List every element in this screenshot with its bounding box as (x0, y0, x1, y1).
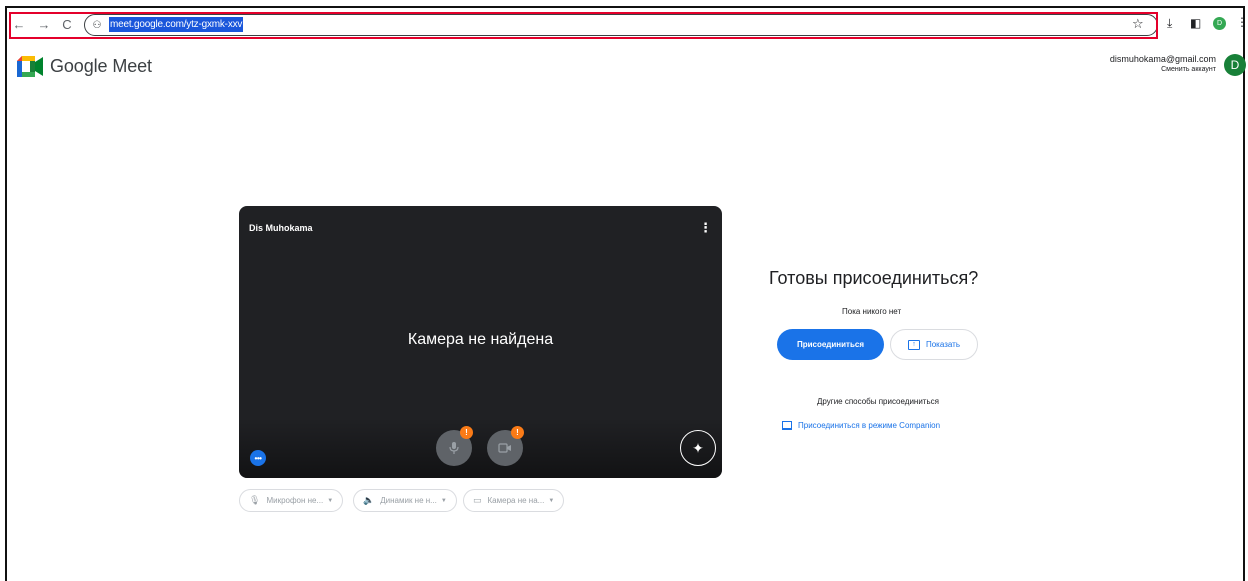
more-options-button[interactable]: ••• (250, 450, 266, 466)
no-camera-message: Камера не найдена (407, 331, 554, 348)
account-email: dismuhokama@gmail.com (1109, 54, 1216, 64)
preview-menu-icon[interactable]: ⋮ (699, 220, 712, 236)
speaker-select[interactable]: 🔈 Динамик не н... ▼ (353, 489, 457, 512)
download-icon[interactable]: ⤓ (1167, 16, 1172, 31)
brand-title: Google Meet (50, 56, 152, 76)
more-dots-icon: ••• (254, 453, 262, 463)
meeting-status: Пока никого нет (842, 307, 902, 316)
camera-select[interactable]: ▭ Камера не на... ▼ (463, 489, 565, 512)
avatar[interactable]: D (1224, 54, 1246, 76)
preview-shade (239, 418, 722, 478)
companion-icon (782, 421, 792, 430)
join-button[interactable]: Присоединиться (777, 329, 884, 360)
companion-link-label: Присоединиться в режиме Companion (798, 421, 941, 430)
highlight-box (9, 12, 1158, 39)
camera-small-icon: ▭ (473, 495, 482, 505)
browser-profile-icon[interactable]: D (1213, 17, 1226, 30)
speaker-select-label: Динамик не н... (380, 496, 437, 505)
switch-account-link[interactable]: Сменить аккаунт (1161, 66, 1216, 73)
chevron-down-icon: ▼ (548, 497, 555, 504)
present-button-label: Показать (925, 340, 960, 349)
camera-warning-badge: ! (511, 426, 524, 439)
microphone-small-icon: 🎙 (249, 495, 261, 505)
present-icon: ↑ (907, 339, 920, 350)
bookmark-star-icon[interactable]: ☆ (1132, 16, 1144, 32)
other-ways-heading: Другие способы присоединиться (817, 397, 939, 406)
camera-icon (498, 443, 511, 453)
ready-to-join-title: Готовы присоединиться? (769, 268, 979, 288)
self-name: Dis Muhokama (249, 223, 313, 233)
self-preview: Dis Muhokama ⋮ Камера не найдена ! ! ✦ •… (239, 206, 722, 478)
speaker-icon: 🔈 (363, 495, 375, 505)
microphone-select[interactable]: 🎙 Микрофон не... ▼ (239, 489, 344, 512)
google-meet-logo-icon (17, 56, 43, 77)
sparkle-icon: ✦ (692, 439, 704, 456)
visual-effects-button[interactable]: ✦ (680, 430, 716, 466)
chevron-down-icon: ▼ (440, 497, 447, 504)
companion-mode-link[interactable]: Присоединиться в режиме Companion (782, 421, 940, 430)
chevron-down-icon: ▼ (327, 497, 334, 504)
present-button[interactable]: ↑ Показать (890, 329, 978, 360)
microphone-icon (449, 442, 459, 454)
browser-menu-icon[interactable]: ⋮ (1236, 15, 1248, 29)
camera-select-label: Камера не на... (487, 496, 545, 505)
side-panel-icon[interactable]: ◧ (1190, 16, 1201, 30)
microphone-warning-badge: ! (460, 426, 473, 439)
microphone-select-label: Микрофон не... (266, 496, 324, 505)
